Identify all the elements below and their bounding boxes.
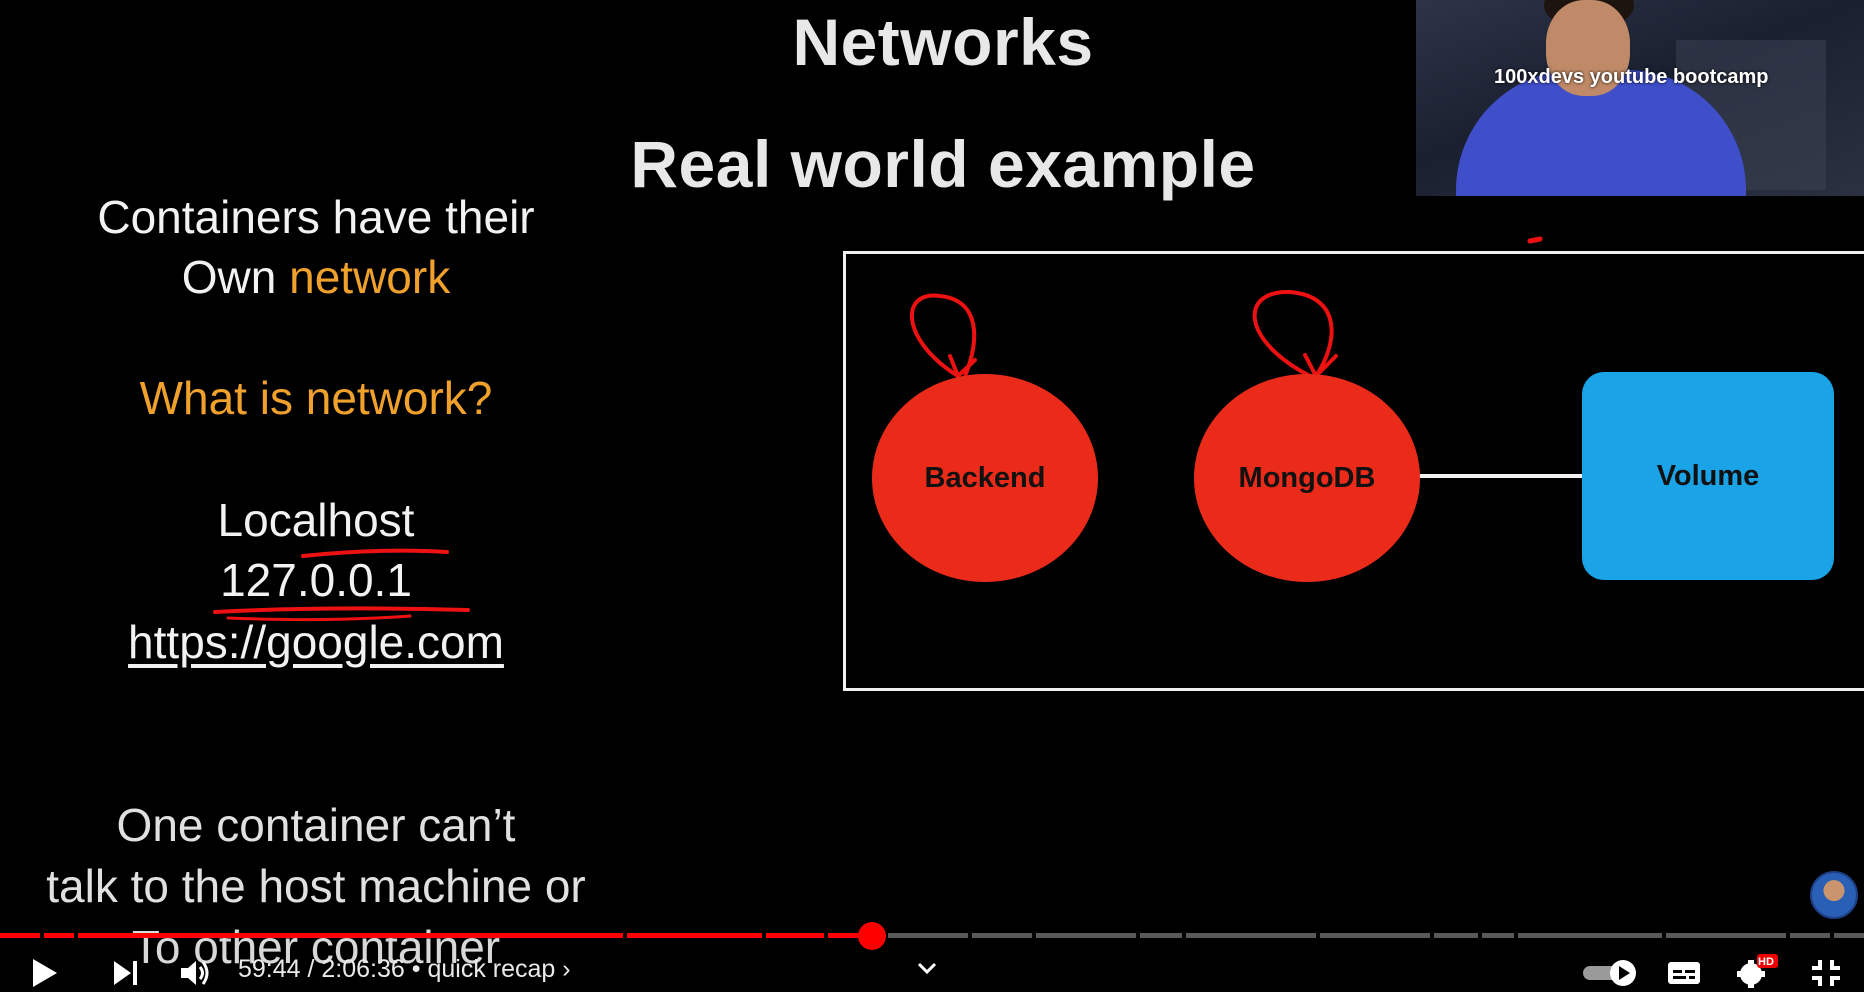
exit-fullscreen-icon — [1812, 960, 1840, 986]
chapter-segment — [627, 933, 762, 938]
hd-badge: HD — [1758, 956, 1774, 968]
webcam-caption: 100xdevs youtube bootcamp — [1494, 66, 1769, 88]
chapter-segment — [78, 933, 623, 938]
play-icon — [33, 959, 57, 987]
autoplay-toggle-icon — [1583, 960, 1636, 986]
progress-scrubber[interactable] — [858, 922, 886, 950]
exit-fullscreen-button[interactable] — [1806, 958, 1846, 988]
chapter-segment — [1320, 933, 1430, 938]
video-frame[interactable]: Networks Real world example Containers h… — [0, 0, 1864, 992]
chapter-segment — [1518, 933, 1662, 938]
chapter-segment — [1834, 933, 1864, 938]
mongodb-volume-link — [1418, 474, 1584, 478]
volume-icon — [181, 961, 209, 985]
chapter-segment — [972, 933, 1032, 938]
time-elapsed: 59:44 / 2:06:36 — [238, 955, 405, 983]
chapter-title[interactable]: • quick recap › — [412, 955, 571, 983]
autoplay-toggle[interactable] — [1580, 958, 1640, 988]
node-backend: Backend — [872, 374, 1098, 582]
chapter-segment — [1140, 933, 1182, 938]
chapter-segment — [1186, 933, 1316, 938]
captions-button[interactable] — [1664, 958, 1704, 988]
chapter-segment — [1434, 933, 1478, 938]
settings-button[interactable]: HD — [1732, 952, 1780, 990]
node-mongodb: MongoDB — [1194, 374, 1420, 582]
volume-button[interactable] — [176, 956, 216, 990]
chevron-down-icon — [917, 962, 937, 975]
chevron-down-button[interactable] — [916, 955, 938, 983]
progress-bar[interactable] — [0, 933, 1864, 938]
node-volume: Volume — [1582, 372, 1834, 580]
play-button[interactable] — [24, 956, 64, 990]
chapter-segment — [1790, 933, 1830, 938]
next-icon — [114, 961, 137, 985]
next-button[interactable] — [106, 956, 146, 990]
chapter-segment — [0, 933, 40, 938]
chapter-segment — [44, 933, 74, 938]
chapter-segment — [1666, 933, 1786, 938]
time-display: 59:44 / 2:06:36 • quick recap › — [238, 955, 571, 984]
chapter-segment — [1036, 933, 1136, 938]
chapter-segment — [888, 933, 968, 938]
channel-avatar[interactable] — [1810, 871, 1858, 919]
chapter-segment — [766, 933, 824, 938]
captions-icon — [1668, 962, 1700, 984]
webcam-overlay: 100xdevs youtube bootcamp — [1416, 0, 1864, 196]
chapter-segment — [1482, 933, 1514, 938]
